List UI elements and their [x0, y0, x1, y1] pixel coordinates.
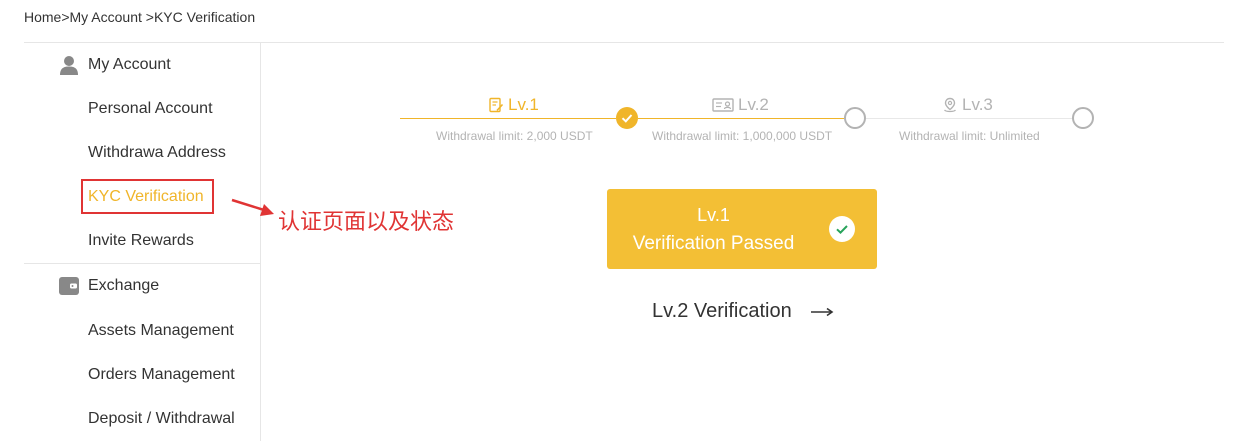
- step-lv2-limit: Withdrawal limit: 1,000,000 USDT: [652, 129, 833, 143]
- step-lv3-label: Lv.3: [942, 95, 993, 115]
- sidebar-item-invite-rewards[interactable]: Invite Rewards: [88, 230, 194, 252]
- verification-status-card: Lv.1 Verification Passed: [607, 189, 877, 269]
- annotation-text: 认证页面以及状态: [278, 209, 455, 234]
- progress-line-1: [400, 118, 616, 119]
- sidebar-item-personal-account[interactable]: Personal Account: [88, 98, 213, 120]
- sidebar-item-orders-management[interactable]: Orders Management: [88, 364, 235, 386]
- lv2-verification-link[interactable]: Lv.2 Verification: [652, 300, 834, 323]
- step-lv1-label: Lv.1: [488, 95, 539, 115]
- step-lv3-node: [1072, 107, 1094, 129]
- progress-line-3: [866, 118, 1074, 119]
- annotation-highlight-box: [81, 179, 214, 214]
- lv2-verification-label: Lv.2 Verification: [652, 300, 792, 322]
- progress-line-2: [638, 118, 844, 119]
- step-lv2-node: [844, 107, 866, 129]
- sidebar-item-assets-management[interactable]: Assets Management: [88, 320, 234, 342]
- sidebar-section-my-account: My Account: [24, 43, 260, 87]
- check-icon: [621, 114, 633, 123]
- user-icon: [60, 56, 78, 75]
- wallet-icon: [59, 277, 79, 295]
- kyc-progress: Lv.1 Withdrawal limit: 2,000 USDT Lv.2 W…: [400, 85, 1096, 155]
- sidebar-item-withdraw-address[interactable]: Withdrawa Address: [88, 142, 226, 164]
- step-lv1-limit: Withdrawal limit: 2,000 USDT: [436, 129, 593, 143]
- id-card-icon: [712, 98, 734, 112]
- document-edit-icon: [489, 97, 504, 113]
- status-level: Lv.1: [697, 205, 730, 225]
- check-circle-icon: [829, 216, 855, 242]
- location-pin-icon: [944, 97, 956, 113]
- annotation-arrow-icon: [231, 198, 274, 216]
- sidebar: My Account Personal Account Withdrawa Ad…: [24, 43, 261, 441]
- sidebar-item-deposit-withdrawal[interactable]: Deposit / Withdrawal: [88, 408, 235, 430]
- sidebar-section-label: Exchange: [88, 277, 160, 294]
- breadcrumb: Home>My Account >KYC Verification: [24, 9, 256, 25]
- step-lv2-label: Lv.2: [712, 95, 769, 115]
- status-message: Verification Passed: [632, 233, 795, 254]
- arrow-right-icon: [810, 307, 834, 316]
- step-lv1-complete-node: [616, 107, 638, 129]
- step-lv3-limit: Withdrawal limit: Unlimited: [899, 129, 1040, 143]
- sidebar-section-label: My Account: [88, 56, 171, 73]
- sidebar-section-exchange: Exchange: [24, 264, 260, 308]
